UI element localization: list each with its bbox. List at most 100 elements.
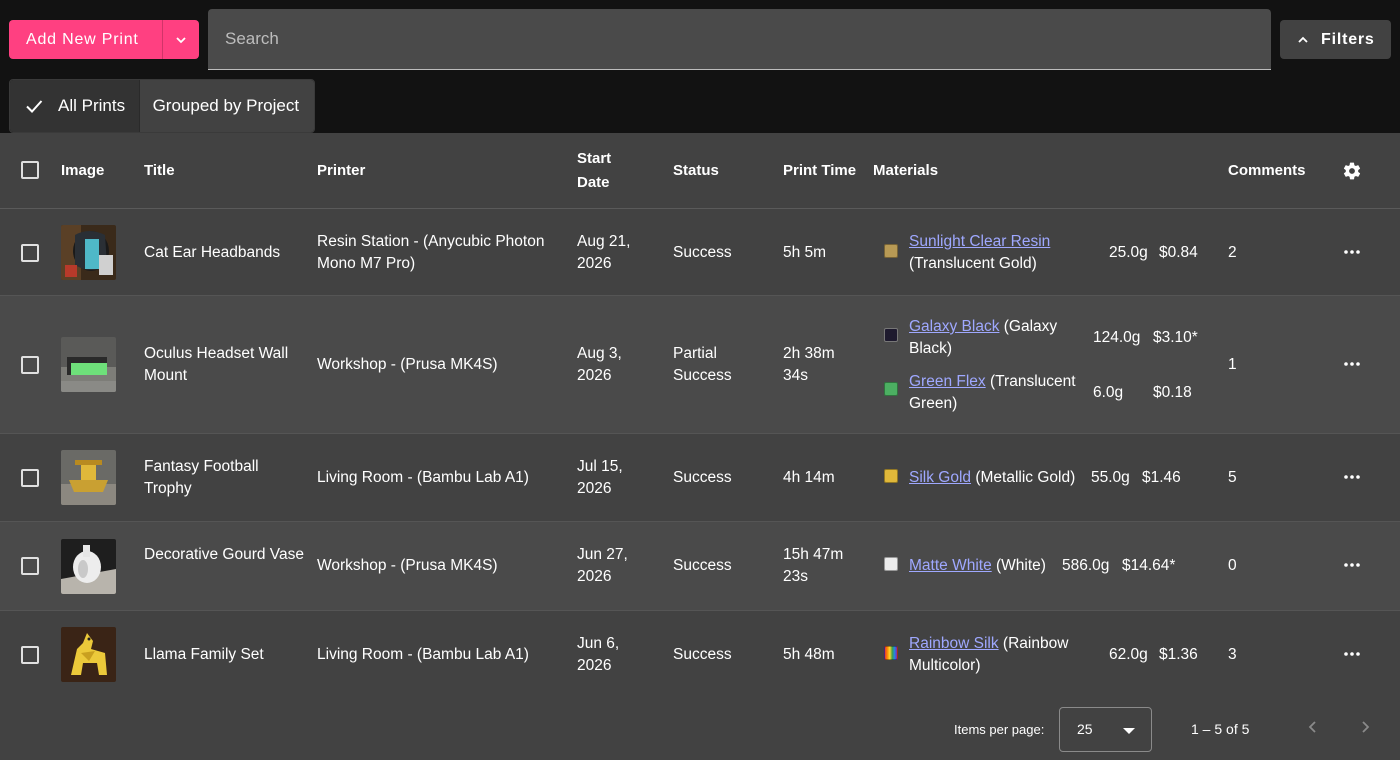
chevron-right-icon[interactable]: [1357, 719, 1373, 735]
row-checkbox[interactable]: [21, 646, 39, 664]
row-printer: Living Room - (Bambu Lab A1): [317, 646, 529, 663]
toolbar: Add New Print Filters All Prints Grouped…: [0, 0, 1400, 133]
material-entry: Matte White (White): [909, 555, 1046, 577]
view-toggle-group: All Prints Grouped by Project: [9, 79, 315, 133]
row-start-date: Jul 15, 2026: [577, 458, 623, 497]
toggle-grouped-by-project[interactable]: Grouped by Project: [138, 80, 314, 132]
header-start-date-line1: Start: [577, 150, 612, 167]
material-entry: Sunlight Clear Resin (Translucent Gold): [909, 231, 1084, 275]
header-start-date-line2: Date: [577, 174, 610, 191]
chevron-down-icon[interactable]: [173, 32, 189, 48]
more-horiz-icon[interactable]: [1342, 644, 1362, 664]
header-status[interactable]: Status: [673, 159, 719, 183]
add-new-print-button[interactable]: Add New Print: [9, 20, 199, 59]
material-weight: 25.0g: [1109, 244, 1148, 261]
print-thumbnail[interactable]: [61, 539, 116, 594]
row-print-time: 4h 14m: [783, 469, 835, 486]
row-title: Cat Ear Headbands: [144, 244, 281, 261]
row-status: Success: [673, 244, 732, 261]
material-color-swatch: [884, 382, 898, 396]
gear-icon[interactable]: [1342, 161, 1362, 181]
row-comments: 1: [1228, 356, 1237, 373]
material-cost: $0.84: [1159, 244, 1198, 261]
material-cost: $14.64*: [1122, 557, 1176, 574]
pagination-range: 1 – 5 of 5: [1191, 721, 1250, 737]
row-printer: Workshop - (Prusa MK4S): [317, 356, 498, 373]
row-comments: 5: [1228, 469, 1237, 486]
row-start-date: Aug 21, 2026: [577, 233, 631, 272]
material-link[interactable]: Sunlight Clear Resin: [909, 233, 1050, 250]
items-per-page-value: 25: [1077, 721, 1093, 737]
row-print-time: 15h 47m 23s: [783, 546, 844, 585]
table-row[interactable]: Decorative Gourd Vase Workshop - (Prusa …: [0, 522, 1400, 611]
row-start-date: Jun 6, 2026: [577, 635, 620, 674]
row-title: Llama Family Set: [144, 646, 264, 663]
row-start-date: Aug 3, 2026: [577, 345, 622, 384]
material-entry: Rainbow Silk (Rainbow Multicolor): [909, 633, 1084, 677]
search-field[interactable]: [208, 9, 1271, 70]
header-start-date[interactable]: Start Date: [577, 147, 611, 195]
row-status: Partial Success: [673, 345, 732, 384]
rainbow-color-swatch: [884, 646, 898, 660]
row-start-date: Jun 27, 2026: [577, 546, 628, 585]
material-weight: 6.0g: [1093, 384, 1124, 401]
more-horiz-icon[interactable]: [1342, 467, 1362, 487]
table-row[interactable]: Llama Family Set Living Room - (Bambu La…: [0, 611, 1400, 698]
table-row[interactable]: Fantasy Football Trophy Living Room - (B…: [0, 434, 1400, 522]
material-link[interactable]: Matte White: [909, 557, 992, 574]
prints-table: Image Title Printer Start Date Status Pr…: [0, 133, 1400, 760]
print-thumbnail[interactable]: [61, 627, 116, 682]
table-row[interactable]: Oculus Headset Wall Mount Workshop - (Pr…: [0, 296, 1400, 434]
row-title: Fantasy Football Trophy: [144, 458, 259, 497]
material-weight: 124.0g: [1093, 329, 1141, 346]
material-entry: Silk Gold (Metallic Gold): [909, 467, 1075, 489]
material-link[interactable]: Green Flex: [909, 373, 986, 390]
header-print-time[interactable]: Print Time: [783, 159, 856, 183]
table-row[interactable]: Cat Ear Headbands Resin Station - (Anycu…: [0, 209, 1400, 296]
material-color-swatch: [884, 557, 898, 571]
chevron-left-icon[interactable]: [1305, 719, 1321, 735]
more-horiz-icon[interactable]: [1342, 354, 1362, 374]
print-thumbnail[interactable]: [61, 337, 116, 392]
items-per-page-select[interactable]: 25: [1059, 707, 1152, 752]
row-checkbox[interactable]: [21, 469, 39, 487]
row-printer: Living Room - (Bambu Lab A1): [317, 469, 529, 486]
material-entry: Galaxy Black (Galaxy Black): [909, 316, 1079, 360]
add-button-divider: [162, 20, 163, 59]
header-title[interactable]: Title: [144, 159, 175, 183]
toggle-all-prints-label: All Prints: [58, 96, 126, 115]
row-print-time: 5h 48m: [783, 646, 835, 663]
header-image: Image: [61, 162, 105, 179]
material-link[interactable]: Silk Gold: [909, 469, 971, 486]
search-input[interactable]: [225, 9, 1255, 69]
table-header: Image Title Printer Start Date Status Pr…: [0, 133, 1400, 209]
print-thumbnail[interactable]: [61, 225, 116, 280]
select-all-checkbox[interactable]: [21, 161, 39, 179]
material-link[interactable]: Galaxy Black: [909, 318, 999, 335]
more-horiz-icon[interactable]: [1342, 555, 1362, 575]
items-per-page-label: Items per page:: [954, 722, 1045, 737]
header-printer[interactable]: Printer: [317, 159, 365, 183]
dropdown-arrow-icon: [1123, 728, 1135, 734]
material-weight: 586.0g: [1062, 557, 1110, 574]
material-link[interactable]: Rainbow Silk: [909, 635, 999, 652]
more-horiz-icon[interactable]: [1342, 242, 1362, 262]
row-checkbox[interactable]: [21, 244, 39, 262]
filters-label: Filters: [1321, 31, 1375, 48]
header-comments[interactable]: Comments: [1228, 159, 1306, 183]
row-status: Success: [673, 646, 732, 663]
row-print-time: 2h 38m 34s: [783, 345, 835, 384]
row-checkbox[interactable]: [21, 557, 39, 575]
row-print-time: 5h 5m: [783, 244, 827, 261]
material-detail: (Metallic Gold): [975, 469, 1076, 486]
toggle-all-prints[interactable]: All Prints: [10, 80, 139, 132]
header-materials: Materials: [873, 162, 939, 179]
row-title: Oculus Headset Wall Mount: [144, 345, 289, 384]
filters-button[interactable]: Filters: [1280, 20, 1391, 59]
material-detail: (White): [996, 557, 1046, 574]
row-checkbox[interactable]: [21, 356, 39, 374]
print-thumbnail[interactable]: [61, 450, 116, 505]
material-entry: Green Flex (Translucent Green): [909, 371, 1084, 415]
toggle-grouped-label: Grouped by Project: [152, 96, 300, 115]
material-weight: 62.0g: [1109, 646, 1148, 663]
